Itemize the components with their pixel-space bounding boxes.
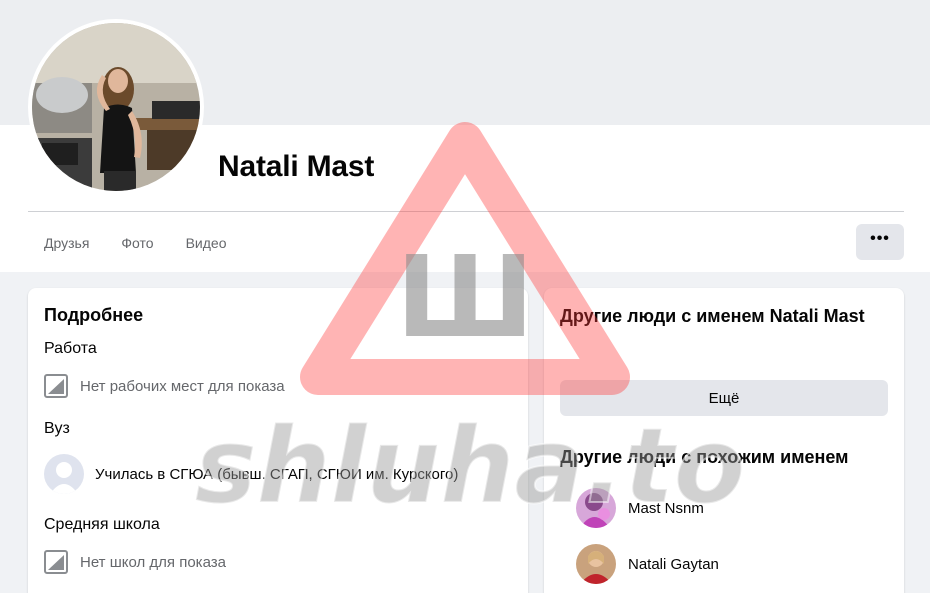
profile-tabs: Друзья Фото Видео [28, 226, 242, 260]
high-school-empty-text: Нет школ для показа [80, 554, 226, 571]
work-empty-text: Нет рабочих мест для показа [80, 378, 285, 395]
school-avatar-icon [44, 454, 84, 494]
work-heading: Работа [44, 340, 97, 357]
more-options-button[interactable]: ••• [856, 224, 904, 260]
university-heading: Вуз [44, 420, 70, 437]
tab-videos[interactable]: Видео [170, 226, 243, 260]
person-name-natali-gaytan[interactable]: Natali Gaytan [628, 556, 719, 573]
person-avatar-natali-gaytan[interactable] [576, 544, 616, 584]
more-dots-icon: ••• [870, 230, 890, 247]
header-divider [28, 211, 904, 212]
details-card: Подробнее Работа Нет рабочих мест для по… [28, 288, 528, 593]
person-avatar-mast-nsnm[interactable] [576, 488, 616, 528]
university-prefix: Училась в [95, 466, 170, 483]
other-people-card: Другие люди с именем Natali Mast Ещё Дру… [544, 288, 904, 593]
profile-name: Natali Mast [218, 150, 375, 183]
similar-name-title: Другие люди с похожим именем [560, 447, 849, 467]
profile-avatar[interactable] [28, 19, 204, 195]
profile-photo [32, 23, 200, 191]
high-school-heading: Средняя школа [44, 516, 160, 533]
university-row: Училась в СГЮА (бывш. СГАП, СГЮИ им. Кур… [95, 466, 458, 483]
tab-friends[interactable]: Друзья [28, 226, 105, 260]
work-placeholder-icon [44, 374, 68, 398]
same-name-title: Другие люди с именем Natali Mast [560, 306, 865, 326]
person-name-mast-nsnm[interactable]: Mast Nsnm [628, 500, 704, 517]
details-title: Подробнее [44, 305, 144, 325]
more-people-button[interactable]: Ещё [560, 380, 888, 416]
school-placeholder-icon [44, 550, 68, 574]
university-link[interactable]: СГЮА (бывш. СГАП, СГЮИ им. Курского) [169, 466, 458, 483]
tab-photos[interactable]: Фото [105, 226, 169, 260]
